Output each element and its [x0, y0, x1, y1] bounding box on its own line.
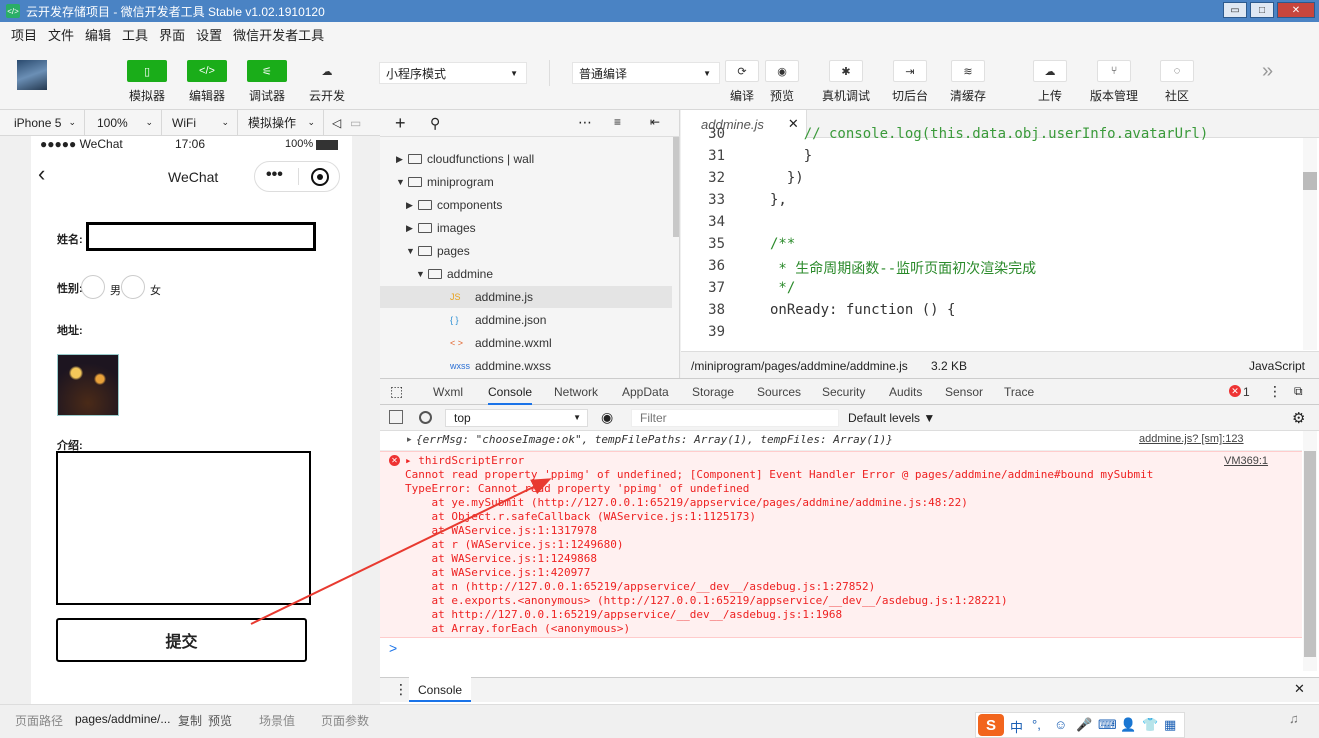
annotation-arrow	[250, 478, 552, 625]
